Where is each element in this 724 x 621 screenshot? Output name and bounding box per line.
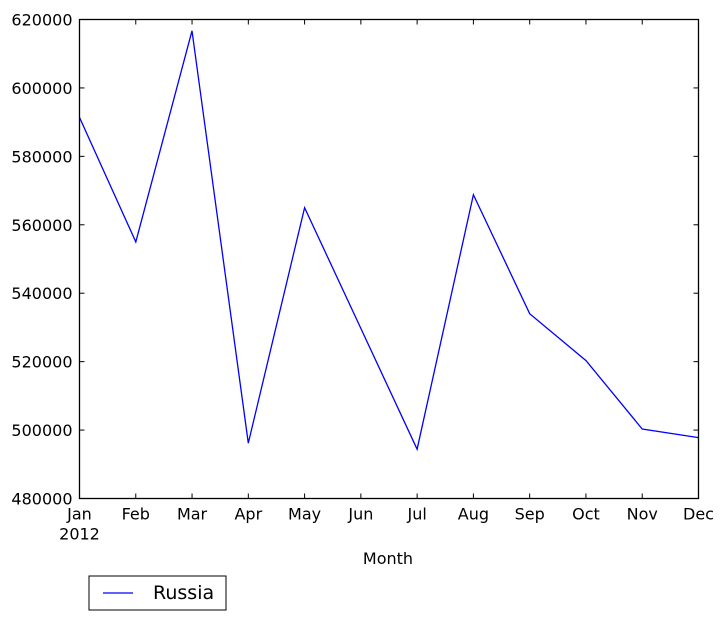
- x-tick-sublabel-year: 2012: [59, 525, 100, 544]
- line-chart: 480000 500000 520000 540000 560000 580000 6000…: [11, 11, 714, 611]
- x-tick-label: Jan: [66, 505, 92, 524]
- x-tick-label: May: [288, 505, 321, 524]
- plot-area: 480000 500000 520000 540000 560000 580000 6000…: [11, 11, 714, 544]
- y-tick-label: 500000: [11, 421, 72, 440]
- x-tick-label: Jun: [347, 505, 373, 524]
- y-tick-label: 480000: [11, 490, 72, 509]
- y-tick-label: 580000: [11, 147, 72, 166]
- x-tick-label: Apr: [234, 505, 262, 524]
- x-tick-label: Dec: [683, 505, 714, 524]
- x-tick-label: Oct: [572, 505, 600, 524]
- x-tick-label: Mar: [177, 505, 208, 524]
- series-line-russia: [78, 30, 699, 452]
- axes-frame: [78, 18, 700, 500]
- y-tick-label: 520000: [11, 353, 72, 372]
- y-tick-label: 600000: [11, 79, 72, 98]
- y-tick-label: 540000: [11, 284, 72, 303]
- x-tick-label: Nov: [627, 505, 658, 524]
- x-tick-label: Sep: [515, 505, 545, 524]
- y-tick-label: 560000: [11, 216, 72, 235]
- x-tick-label: Feb: [122, 505, 150, 524]
- x-tick-label: Aug: [458, 505, 489, 524]
- y-tick-label: 620000: [11, 11, 72, 30]
- legend-label-russia: Russia: [153, 582, 214, 604]
- legend: Russia: [88, 575, 227, 611]
- x-tick-label: Jul: [406, 505, 426, 524]
- x-axis-title: Month: [363, 549, 413, 568]
